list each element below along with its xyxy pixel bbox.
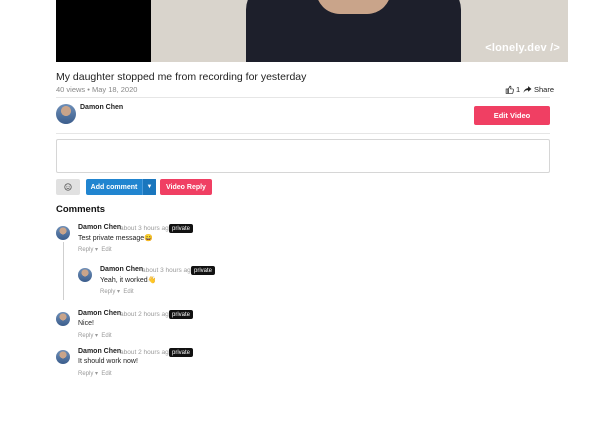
private-badge: private bbox=[169, 348, 194, 357]
comments-heading: Comments bbox=[56, 204, 106, 215]
edit-video-button[interactable]: Edit Video bbox=[474, 106, 550, 125]
add-comment-label: Add comment bbox=[90, 183, 138, 191]
owner-avatar[interactable] bbox=[56, 104, 76, 124]
reply-link[interactable]: Reply ▾ bbox=[78, 371, 98, 377]
smiley-icon bbox=[64, 183, 72, 191]
comment-input[interactable] bbox=[56, 139, 550, 173]
video-title: My daughter stopped me from recording fo… bbox=[56, 71, 307, 83]
edit-link[interactable]: Edit bbox=[101, 333, 111, 339]
thread-line bbox=[63, 242, 64, 300]
private-badge: private bbox=[169, 224, 194, 233]
comment-timestamp: about 2 hours ago bbox=[120, 349, 173, 356]
comment-author[interactable]: Damon Chen bbox=[100, 266, 143, 273]
emoji-button[interactable] bbox=[56, 179, 80, 195]
reply-link[interactable]: Reply ▾ bbox=[78, 333, 98, 339]
divider bbox=[56, 133, 550, 134]
comment-actions: Reply ▾ Edit bbox=[78, 370, 112, 377]
comment-actions: Reply ▾ Edit bbox=[78, 246, 112, 253]
comment-text: Nice! bbox=[78, 320, 94, 327]
like-button[interactable]: 1 bbox=[505, 85, 520, 94]
comment-avatar[interactable] bbox=[56, 350, 70, 364]
comment-avatar[interactable] bbox=[78, 268, 92, 282]
edit-link[interactable]: Edit bbox=[123, 289, 133, 295]
comment-author[interactable]: Damon Chen bbox=[78, 348, 121, 355]
edit-link[interactable]: Edit bbox=[101, 247, 111, 253]
video-player[interactable]: <lonely.dev /> bbox=[56, 0, 568, 62]
comment-author[interactable]: Damon Chen bbox=[78, 224, 121, 231]
comment-text: Yeah, it worked👋 bbox=[100, 277, 157, 284]
comment-timestamp: about 3 hours ago bbox=[120, 225, 173, 232]
private-badge: private bbox=[191, 266, 216, 275]
comment-avatar[interactable] bbox=[56, 312, 70, 326]
add-comment-dropdown[interactable]: ▼ bbox=[142, 179, 156, 195]
comment-actions: Reply ▾ Edit bbox=[78, 332, 112, 339]
video-meta: 40 views • May 18, 2020 bbox=[56, 85, 138, 94]
thumbs-up-icon bbox=[505, 85, 514, 94]
reply-link[interactable]: Reply ▾ bbox=[78, 247, 98, 253]
video-watermark: <lonely.dev /> bbox=[485, 42, 560, 54]
comment-timestamp: about 3 hours ago bbox=[142, 267, 195, 274]
comment-timestamp: about 2 hours ago bbox=[120, 311, 173, 318]
video-reply-button[interactable]: Video Reply bbox=[160, 179, 212, 195]
comment-avatar[interactable] bbox=[56, 226, 70, 240]
video-frame: <lonely.dev /> bbox=[151, 0, 568, 62]
reply-link[interactable]: Reply ▾ bbox=[100, 289, 120, 295]
caret-down-icon: ▼ bbox=[146, 184, 153, 190]
owner-name: Damon Chen bbox=[80, 104, 124, 111]
divider bbox=[56, 97, 550, 98]
share-button[interactable]: Share bbox=[523, 85, 554, 94]
edit-link[interactable]: Edit bbox=[101, 371, 111, 377]
comment-author[interactable]: Damon Chen bbox=[78, 310, 121, 317]
like-count: 1 bbox=[516, 85, 521, 94]
share-arrow-icon bbox=[523, 86, 532, 93]
comment-actions: Reply ▾ Edit bbox=[100, 288, 134, 295]
private-badge: private bbox=[169, 310, 194, 319]
comment-text: It should work now! bbox=[78, 358, 138, 365]
share-label: Share bbox=[534, 85, 555, 94]
comment-text: Test private message😄 bbox=[78, 235, 153, 242]
